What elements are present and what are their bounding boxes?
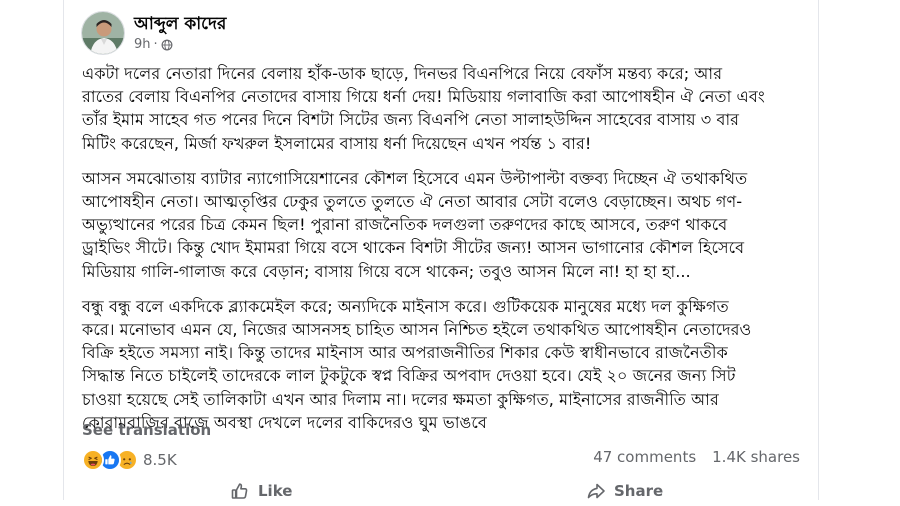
post-card: আব্দুল কাদের 9h · একটা দলের নেতারা দিনের… xyxy=(63,0,819,500)
paragraph-1: একটা দলের নেতারা দিনের বেলায় হাঁক-ডাক ছ… xyxy=(82,62,807,155)
reactions-summary[interactable]: 8.5K xyxy=(82,449,177,471)
text-line: আপোষহীন নেতা। আত্মতৃপ্তির ঢেকুর তুলতে তু… xyxy=(82,192,743,212)
post-meta: 9h · xyxy=(134,37,173,52)
text-line: অভ্যুত্থানের পরের চিত্র কেমন ছিল! পুরানা… xyxy=(82,215,728,235)
like-label: Like xyxy=(258,482,293,500)
thumbs-up-icon xyxy=(231,483,248,499)
meta-separator: · xyxy=(153,37,158,52)
comments-count[interactable]: 47 comments xyxy=(593,448,696,466)
paragraph-2: আসন সমঝোতায় ব্যাটার ন্যাগোসিয়েশানের কৌ… xyxy=(82,167,807,283)
post-body: একটা দলের নেতারা দিনের বেলায় হাঁক-ডাক ছ… xyxy=(82,62,807,446)
text-line: বিক্রি হইতে সমস্যা নাই। কিন্তু তাদের মাই… xyxy=(82,343,728,363)
author-avatar[interactable] xyxy=(81,11,125,55)
avatar-photo-icon xyxy=(82,12,124,54)
globe-icon[interactable] xyxy=(161,39,173,51)
haha-icon xyxy=(82,449,104,471)
share-button[interactable]: Share xyxy=(586,481,663,501)
text-line: তাঁর ইমাম সাহেব গত পনের দিনে বিশটা সিটের… xyxy=(82,110,740,130)
post-time[interactable]: 9h xyxy=(134,37,151,52)
text-line: মিটিং করেছেন, মির্জা ফখরুল ইসলামের বাসায… xyxy=(82,133,592,153)
author-name[interactable]: আব্দুল কাদের xyxy=(134,11,226,39)
paragraph-3: বন্ধু বন্ধু বলে একদিকে ব্ল্যাকমেইল করে; … xyxy=(82,295,807,434)
shares-count[interactable]: 1.4K shares xyxy=(712,448,800,466)
stats-right: 47 comments 1.4K shares xyxy=(593,448,800,466)
engagement-stats: 8.5K 47 comments 1.4K shares xyxy=(82,448,800,471)
text-line: মিডিয়ায় গালি-গালাজ করে বেড়ান; বাসায় … xyxy=(82,261,691,281)
see-translation-link[interactable]: See translation xyxy=(82,421,211,439)
text-line: করে। মনোভাব এমন যে, নিজের আসনসহ চাহিত আস… xyxy=(82,320,752,340)
text-line: ড্রাইভিং সীটে। কিন্তু খোদ ইমামরা গিয়ে ব… xyxy=(82,238,745,258)
text-line: বন্ধু বন্ধু বলে একদিকে ব্ল্যাকমেইল করে; … xyxy=(82,296,729,316)
text-line: সিদ্ধান্ত নিতে চাইলেই তাদেরকে লাল টুকটুক… xyxy=(82,366,736,386)
text-line: রাতের বেলায় বিএনপির নেতাদের বাসায় গিয়… xyxy=(82,87,765,107)
share-arrow-icon xyxy=(587,483,605,499)
like-button[interactable]: Like xyxy=(230,481,292,501)
text-line: একটা দলের নেতারা দিনের বেলায় হাঁক-ডাক ছ… xyxy=(82,64,723,83)
text-line: চাওয়া হয়েছে সেই তালিকাটা এখন আর দিলাম … xyxy=(82,389,719,409)
reaction-count: 8.5K xyxy=(143,451,177,469)
post-actions: Like Share xyxy=(82,476,800,506)
text-line: আসন সমঝোতায় ব্যাটার ন্যাগোসিয়েশানের কৌ… xyxy=(82,168,748,188)
share-label: Share xyxy=(614,482,664,500)
